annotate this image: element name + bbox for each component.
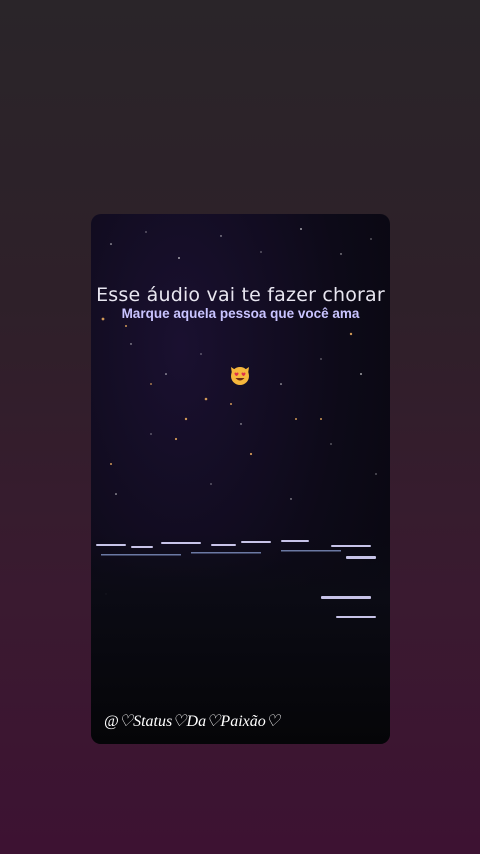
story-card[interactable]: Esse áudio vai te fazer chorar Marque aq… (91, 214, 390, 744)
author-handle[interactable]: @♡Status♡Da♡Paixão♡ (104, 711, 280, 731)
smiling-cat-heart-eyes-icon (231, 367, 249, 385)
city-lights (96, 540, 376, 618)
story-subheadline: Marque aquela pessoa que você ama (121, 306, 360, 321)
story-headline: Esse áudio vai te fazer chorar (96, 284, 385, 306)
